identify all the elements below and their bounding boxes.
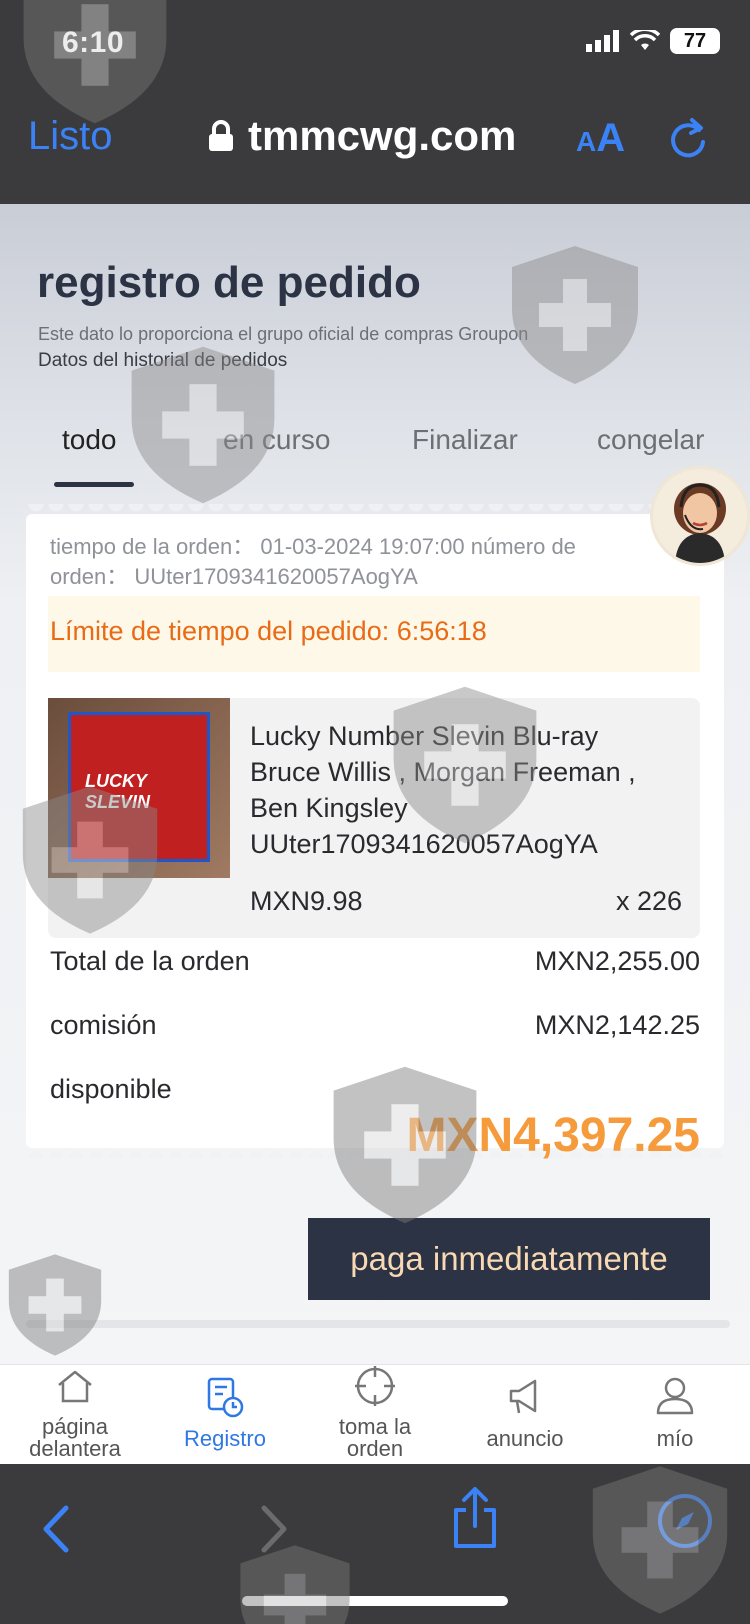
time-limit-banner: Límite de tiempo del pedido: 6:56:18 (48, 596, 700, 672)
order-total-row: Total de la orden MXN2,255.00 (50, 946, 700, 977)
target-icon (355, 1366, 395, 1406)
wifi-icon (630, 30, 660, 50)
bottom-nav: página delantera Registro toma la orden … (0, 1364, 750, 1464)
record-icon (207, 1377, 244, 1418)
tab-todo[interactable]: todo (62, 424, 117, 456)
nav-label: anuncio (486, 1426, 564, 1451)
order-total-value: MXN2,255.00 (534, 946, 700, 976)
signal-icon (586, 30, 619, 52)
page-subtitle-history: Datos del historial de pedidos (38, 350, 288, 371)
card-top-edge (26, 504, 724, 524)
active-tab-indicator (54, 482, 134, 487)
done-button[interactable]: Listo (28, 114, 113, 159)
text-size-small-a: A (576, 126, 597, 157)
product-title-line: Bruce Willis , Morgan Freeman , (250, 757, 636, 787)
order-meta: tiempo de la orden： 01-03-2024 19:07:00 … (50, 532, 690, 592)
nav-label: mío (656, 1426, 694, 1451)
nav-item-take-order[interactable]: toma la orden (300, 1365, 450, 1465)
text-size-big-a: A (596, 116, 626, 160)
pay-now-button[interactable]: paga inmediatamente (308, 1218, 710, 1300)
order-tabs: todo en curso Finalizar congelar (0, 424, 750, 484)
available-value: MXN4,397.25 (406, 1109, 700, 1162)
safari-compass-icon[interactable] (656, 1492, 714, 1550)
product-title-line: UUter1709341620057AogYA (250, 829, 598, 859)
home-indicator (242, 1596, 508, 1606)
domain-text: tmmcwg.com (248, 112, 517, 159)
product-image: LUCKY SLEVIN (48, 698, 230, 878)
commission-label: comisión (50, 1010, 157, 1040)
screen: 6:10 77 Listo tmmcwg.com AA registro de … (0, 0, 750, 1624)
nav-item-registro[interactable]: Registro (150, 1365, 300, 1465)
tab-congelar[interactable]: congelar (597, 424, 704, 456)
address-bar[interactable]: tmmcwg.com (208, 112, 516, 160)
available-label: disponible (50, 1074, 172, 1104)
back-icon[interactable] (40, 1504, 74, 1554)
cover-title: LUCKY SLEVIN (85, 771, 151, 812)
megaphone-icon (509, 1379, 537, 1414)
order-item[interactable]: LUCKY SLEVIN Lucky Number Slevin Blu-ray… (48, 698, 700, 938)
nav-item-mine[interactable]: mío (600, 1365, 750, 1465)
commission-value: MXN2,142.25 (534, 1010, 700, 1040)
nav-label: Registro (184, 1426, 266, 1451)
page-title: registro de pedido (37, 258, 421, 307)
nav-item-announcement[interactable]: anuncio (450, 1365, 600, 1465)
nav-label: toma la (338, 1414, 412, 1439)
nav-label: delantera (29, 1436, 121, 1461)
nav-label: página (41, 1414, 109, 1439)
battery-icon: 77 (670, 28, 720, 54)
home-icon (58, 1370, 92, 1403)
forward-icon[interactable] (256, 1504, 290, 1554)
tab-finalizar[interactable]: Finalizar (412, 424, 518, 456)
product-title-line: Ben Kingsley (250, 793, 408, 823)
page-subtitle-source: Este dato lo proporciona el grupo oficia… (38, 324, 529, 344)
nav-label: orden (346, 1436, 404, 1461)
order-number-line: orden： UUter1709341620057AogYA (50, 564, 418, 589)
share-icon[interactable] (450, 1486, 500, 1550)
product-title-line: Lucky Number Slevin Blu-ray (250, 721, 599, 751)
reload-icon[interactable] (668, 116, 708, 160)
lock-icon (209, 120, 233, 151)
status-icons: 77 (586, 28, 720, 54)
time-limit-text: Límite de tiempo del pedido: 6:56:18 (50, 616, 487, 646)
text-size-button[interactable]: AA (576, 116, 625, 161)
product-title: Lucky Number Slevin Blu-ray Bruce Willis… (250, 718, 690, 862)
browser-top-bar: 6:10 77 Listo tmmcwg.com AA (0, 0, 750, 204)
commission-row: comisión MXN2,142.25 (50, 1010, 700, 1041)
product-quantity: x 226 (615, 886, 682, 916)
order-time-line: tiempo de la orden： 01-03-2024 19:07:00 … (50, 534, 576, 559)
section-divider (26, 1320, 730, 1328)
order-total-label: Total de la orden (50, 946, 250, 976)
available-row: disponible (50, 1074, 700, 1105)
status-time: 6:10 (62, 26, 125, 59)
product-price: MXN9.98 (250, 886, 363, 916)
nav-item-home[interactable]: página delantera (0, 1365, 150, 1465)
tab-en-curso[interactable]: en curso (223, 424, 330, 456)
user-icon (656, 1377, 694, 1415)
bluray-cover: LUCKY SLEVIN (68, 712, 210, 862)
web-page: registro de pedido Este dato lo proporci… (0, 204, 750, 1364)
